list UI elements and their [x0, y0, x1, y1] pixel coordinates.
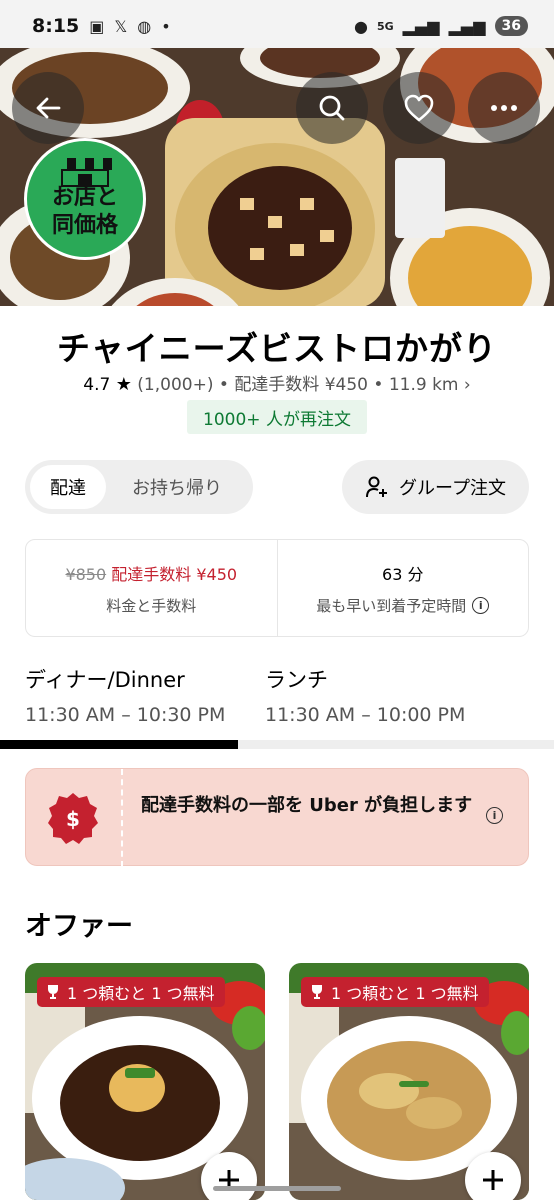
promo-badge-line2: 同価格 — [51, 213, 118, 238]
add-to-cart-button[interactable] — [465, 1152, 521, 1200]
uber-promo-banner[interactable]: $ 配達手数料の一部を Uber が負担します i — [25, 768, 529, 867]
offer-badge: 1 つ頼むと 1 つ無料 — [37, 977, 225, 1007]
more-button[interactable] — [468, 72, 540, 144]
review-count: (1,000+) — [137, 375, 214, 395]
delivery-fee-meta: 配達手数料 ¥450 — [234, 375, 368, 395]
offer-card[interactable]: 1 つ頼むと 1 つ無料 — [289, 963, 529, 1200]
banner-info-icon[interactable]: i — [486, 807, 503, 824]
separator: • — [373, 375, 384, 395]
hours-time: 11:30 AM – 10:30 PM — [25, 704, 226, 726]
search-button[interactable] — [296, 72, 368, 144]
add-to-cart-button[interactable] — [201, 1152, 257, 1200]
eta-column[interactable]: 63 分 最も早い到着予定時間 i — [276, 540, 529, 636]
network-label: 5G — [376, 19, 394, 33]
store-meta[interactable]: 4.7 ★ (1,000+) • 配達手数料 ¥450 • 11.9 km › — [0, 370, 554, 395]
screenshot-icon: ▣ — [89, 16, 105, 36]
separator: • — [218, 375, 229, 395]
dot-icon: • — [161, 16, 171, 36]
x-app-icon: 𝕏 — [114, 16, 128, 36]
toggle-delivery[interactable]: 配達 — [30, 465, 106, 509]
toggle-pickup[interactable]: お持ち帰り — [106, 465, 248, 509]
original-fee: ¥850 — [65, 564, 107, 584]
hours-lunch: ランチ 11:30 AM – 10:00 PM — [265, 664, 465, 726]
back-arrow-icon — [36, 97, 61, 119]
search-icon — [319, 95, 345, 121]
banner-text: 配達手数料の一部を Uber が負担します — [141, 795, 473, 816]
add-person-icon — [366, 476, 388, 498]
current-fee: 配達手数料 ¥450 — [111, 564, 238, 584]
offer-badge-text: 1 つ頼むと 1 つ無料 — [331, 984, 479, 1003]
hours-dinner: ディナー/Dinner 11:30 AM – 10:30 PM — [25, 664, 225, 726]
trophy-icon — [312, 985, 322, 999]
hours-time: 11:30 AM – 10:00 PM — [265, 704, 466, 726]
home-indicator[interactable] — [213, 1186, 341, 1191]
favorite-button[interactable] — [383, 72, 455, 144]
eta-label: 最も早い到着予定時間 — [316, 596, 467, 615]
hours-label: ディナー/Dinner — [25, 668, 185, 692]
offers-title: オファー — [25, 911, 133, 942]
reorder-chip: 1000+ 人が再注文 — [187, 400, 367, 434]
hours-label: ランチ — [265, 668, 328, 692]
hero-image: お店と 同価格 — [0, 48, 554, 306]
distance: 11.9 km — [388, 375, 459, 395]
group-order-label: グループ注文 — [399, 478, 506, 499]
offer-badge-text: 1 つ頼むと 1 つ無料 — [67, 984, 215, 1003]
battery-icon: 36 — [494, 16, 528, 36]
line-app-icon: ◍ — [137, 16, 152, 36]
signal-icon-2: ▂▄▆ — [448, 16, 486, 36]
fees-column[interactable]: ¥850 配達手数料 ¥450 料金と手数料 — [26, 540, 277, 636]
offer-badge: 1 つ頼むと 1 つ無料 — [301, 977, 489, 1007]
signal-icon: ▂▄▆ — [402, 16, 440, 36]
back-button[interactable] — [12, 72, 84, 144]
eta-value: 63 分 — [382, 564, 424, 584]
fee-card: ¥850 配達手数料 ¥450 料金と手数料 63 分 最も早い到着予定時間 i — [25, 539, 529, 637]
banner-divider — [121, 769, 123, 867]
plus-icon — [483, 1170, 503, 1190]
fulfillment-toggle: 配達 お持ち帰り — [25, 460, 253, 514]
shop-icon — [58, 158, 112, 187]
star-icon: ★ — [115, 374, 132, 395]
status-bar: 8:15 ▣ 𝕏 ◍ • ● 5G ▂▄▆ ▂▄▆ 36 — [0, 0, 554, 52]
heart-icon — [404, 94, 434, 122]
group-order-button[interactable]: グループ注文 — [342, 460, 529, 514]
promo-badge-line1: お店と — [51, 185, 118, 210]
more-icon — [491, 105, 517, 111]
fees-label: 料金と手数料 — [106, 596, 197, 615]
dollar-badge-icon: $ — [48, 793, 98, 844]
chevron-right-icon: › — [463, 375, 471, 395]
rating-value: 4.7 — [83, 375, 111, 395]
store-name: チャイニーズビストロかがり — [56, 329, 498, 368]
trophy-icon — [48, 985, 58, 999]
hours-scroll-indicator — [0, 740, 554, 749]
info-icon[interactable]: i — [472, 596, 490, 614]
svg-text:$: $ — [66, 807, 80, 831]
location-icon: ● — [354, 16, 368, 36]
offer-card[interactable]: 1 つ頼むと 1 つ無料 — [25, 963, 265, 1200]
status-time: 8:15 — [32, 15, 80, 37]
scroll-indicator-fill — [0, 740, 239, 749]
